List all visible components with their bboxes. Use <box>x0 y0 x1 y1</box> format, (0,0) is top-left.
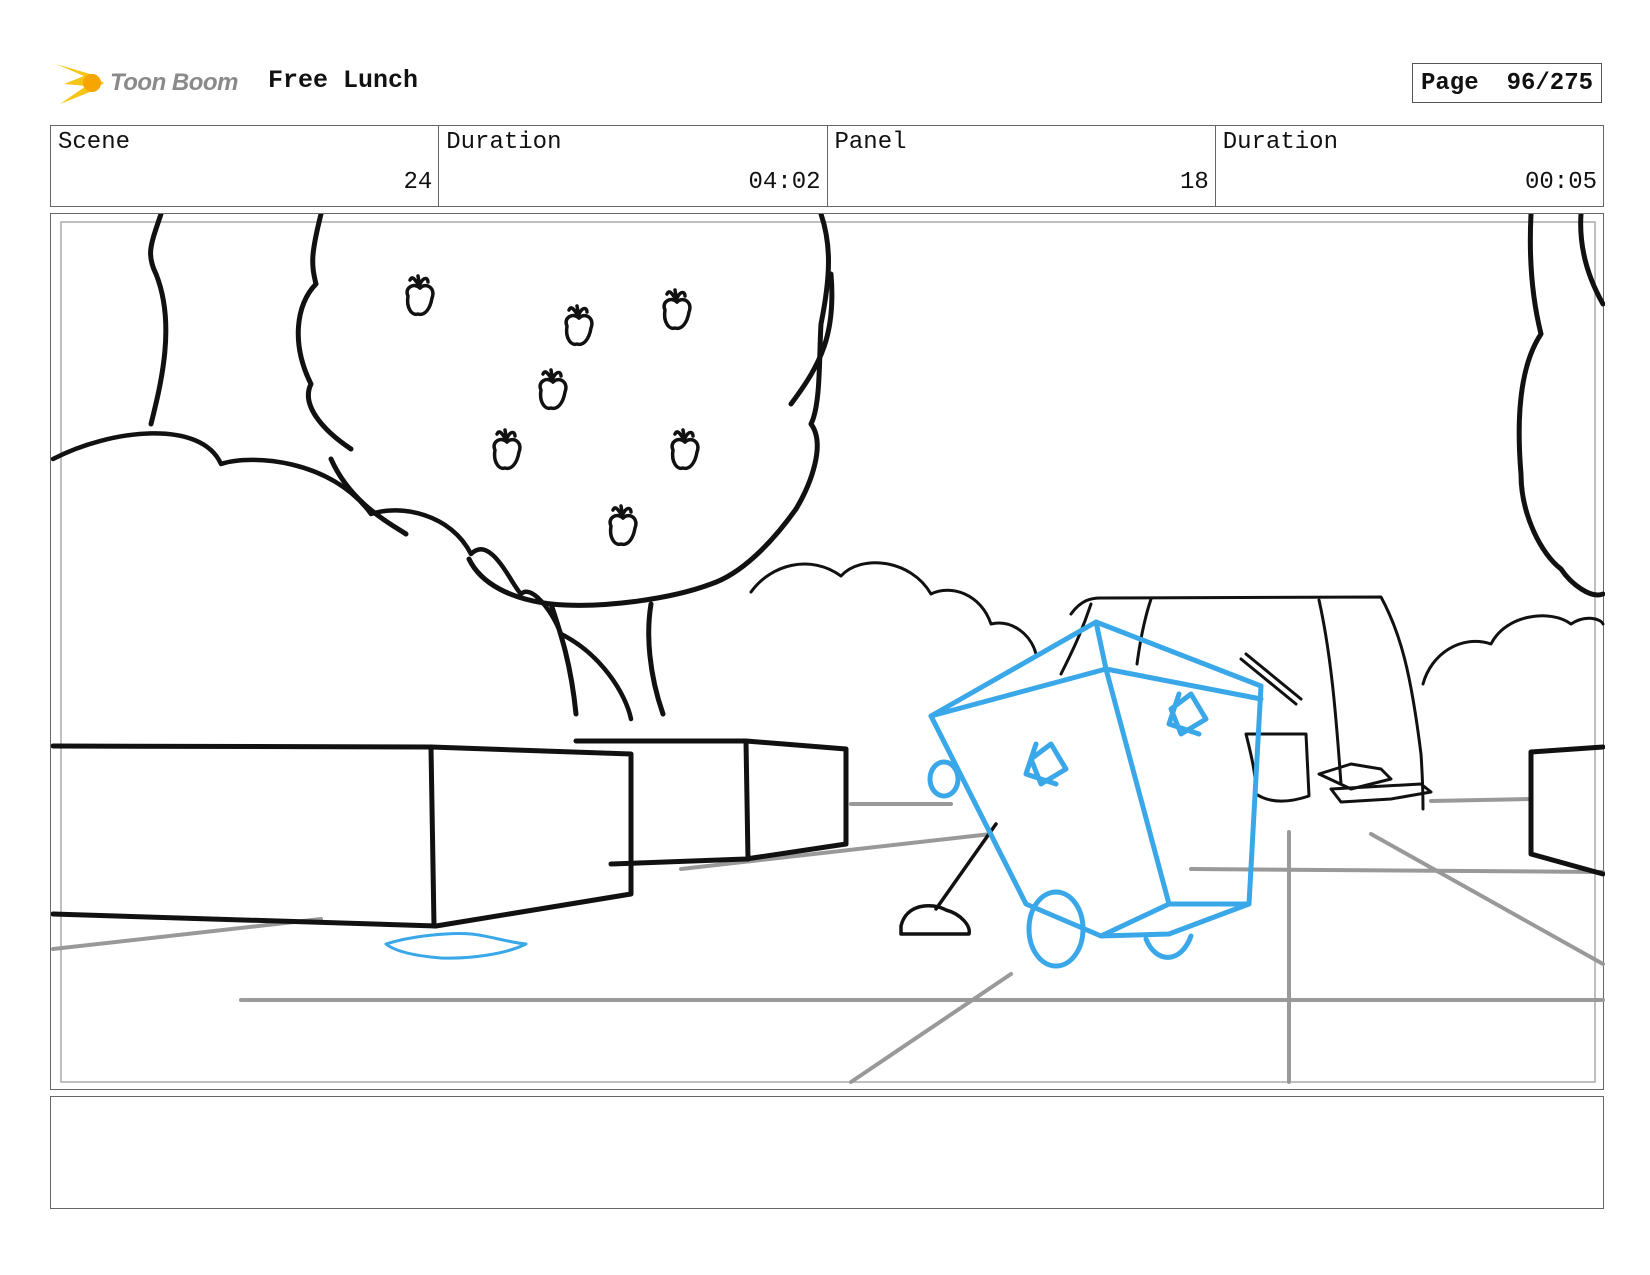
panel-duration-value: 00:05 <box>1524 169 1597 196</box>
panel-value: 18 <box>1179 169 1209 196</box>
scene-duration-value: 04:02 <box>748 169 821 196</box>
panel-duration-label: Duration <box>1222 129 1338 156</box>
right-box <box>1528 744 1605 877</box>
page-label: Page <box>1421 69 1479 97</box>
panel-notes-area[interactable] <box>50 1096 1604 1209</box>
panel-drawing <box>51 214 1605 1084</box>
ground-lines <box>51 797 1605 1084</box>
safe-frame <box>60 221 1596 1083</box>
apples <box>405 274 700 547</box>
logo-text: Toon Boom <box>110 69 238 96</box>
starburst-icon <box>56 64 104 104</box>
project-title: Free Lunch <box>268 66 419 95</box>
panel-cell: Panel 18 <box>828 126 1216 206</box>
background-bushes <box>749 561 1605 686</box>
storyboard-header: Toon Boom Free Lunch Page 96/275 <box>54 56 1604 112</box>
scene-value: 24 <box>403 169 433 196</box>
storyboard-panel-image <box>50 213 1605 1090</box>
right-tree <box>1516 214 1605 598</box>
recycle-bin-character <box>927 619 1264 969</box>
planter-boxes <box>51 738 849 929</box>
panel-info-row: Scene 24 Duration 04:02 Panel 18 Duratio… <box>50 125 1604 207</box>
panel-duration-cell: Duration 00:05 <box>1216 126 1603 206</box>
scene-label: Scene <box>58 129 131 156</box>
panel-label: Panel <box>834 129 907 156</box>
page-number: 96/275 <box>1506 69 1593 97</box>
puddle <box>384 932 528 960</box>
scene-duration-label: Duration <box>446 129 562 156</box>
toon-boom-logo: Toon Boom <box>54 58 238 108</box>
scene-cell: Scene 24 <box>51 126 440 206</box>
scene-duration-cell: Duration 04:02 <box>439 126 828 206</box>
left-tree <box>148 214 835 717</box>
page-indicator: Page 96/275 <box>1412 63 1602 103</box>
